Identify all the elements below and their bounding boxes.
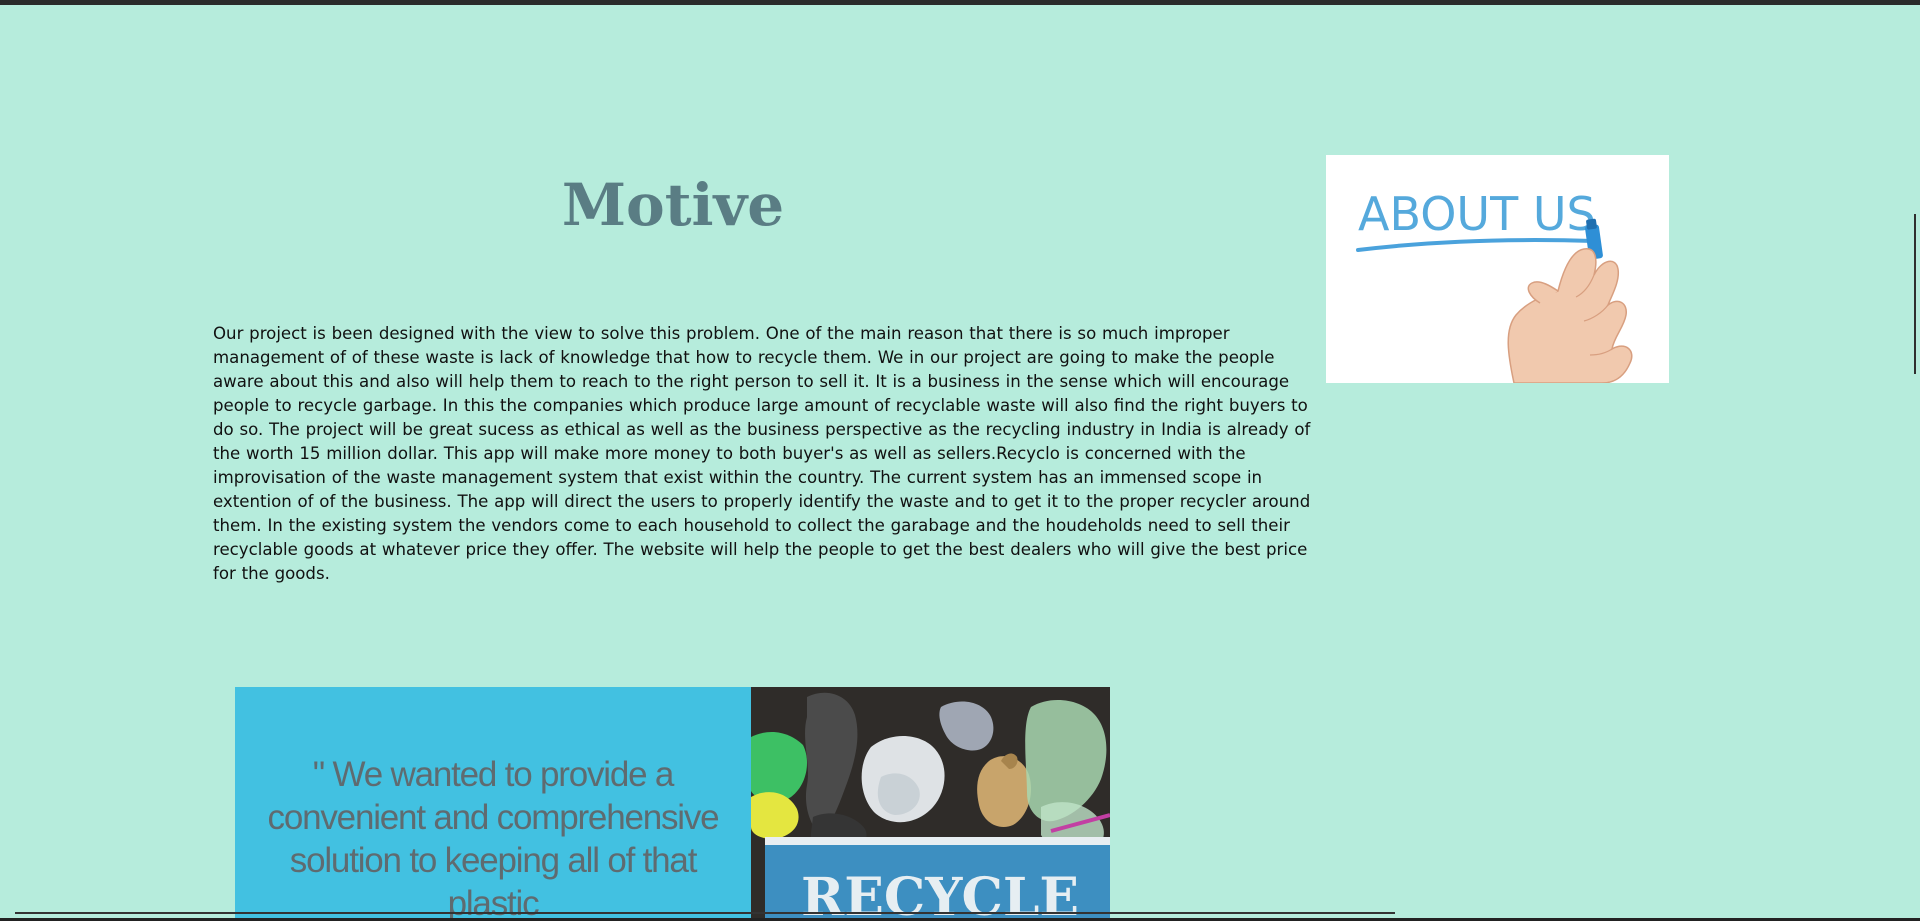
quote-text: " We wanted to provide a convenient and … xyxy=(267,755,720,921)
hand-with-marker-icon xyxy=(1507,218,1633,383)
about-us-text: ABOUT US xyxy=(1358,187,1596,241)
window-top-bar xyxy=(0,0,1920,5)
bottom-divider xyxy=(15,912,1395,914)
about-us-illustration: ABOUT US xyxy=(1356,187,1633,383)
page-title: Motive xyxy=(561,171,785,239)
quote-panel: " We wanted to provide a convenient and … xyxy=(235,687,751,921)
about-us-image: ABOUT US xyxy=(1326,155,1669,383)
recycle-photo: RECYCLE xyxy=(751,687,1110,921)
motive-paragraph: Our project is been designed with the vi… xyxy=(213,324,1311,583)
plastic-waste-photo: RECYCLE xyxy=(751,687,1110,921)
scrollbar-thumb[interactable] xyxy=(1914,214,1916,374)
